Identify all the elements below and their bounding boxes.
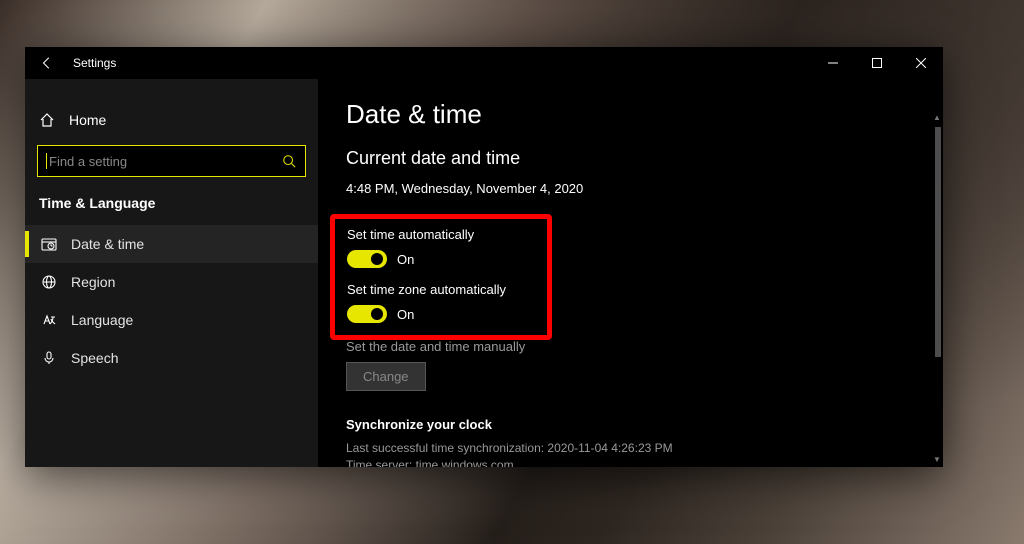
toggle-set-tz-auto[interactable]: [347, 305, 387, 323]
globe-icon: [41, 274, 57, 290]
sidebar-item-label: Region: [71, 274, 115, 290]
current-datetime: 4:48 PM, Wednesday, November 4, 2020: [346, 181, 943, 196]
section-heading: Current date and time: [346, 148, 943, 169]
sidebar-item-label: Date & time: [71, 236, 144, 252]
mic-icon: [41, 350, 57, 366]
toggle-state: On: [397, 252, 414, 267]
home-button[interactable]: Home: [25, 101, 318, 139]
home-icon: [39, 112, 55, 128]
window-title: Settings: [73, 56, 116, 70]
back-button[interactable]: [25, 47, 69, 79]
highlight-annotation: Set time automatically On Set time zone …: [330, 214, 552, 340]
search-input[interactable]: [49, 154, 281, 169]
minimize-button[interactable]: [811, 47, 855, 79]
close-button[interactable]: [899, 47, 943, 79]
sidebar: Home Time & Language Date & tim: [25, 79, 318, 467]
sidebar-item-language[interactable]: Language: [25, 301, 318, 339]
sync-heading: Synchronize your clock: [346, 417, 943, 432]
scrollbar-thumb[interactable]: [935, 127, 941, 357]
titlebar: Settings: [25, 47, 943, 79]
sidebar-item-label: Speech: [71, 350, 118, 366]
sidebar-item-label: Language: [71, 312, 133, 328]
section-label: Time & Language: [25, 191, 318, 225]
manual-set-label: Set the date and time manually: [346, 339, 943, 354]
change-button[interactable]: Change: [346, 362, 426, 391]
toggle-state: On: [397, 307, 414, 322]
maximize-button[interactable]: [855, 47, 899, 79]
search-icon: [281, 153, 297, 169]
scroll-down-button[interactable]: ▼: [931, 453, 943, 465]
main-panel: Date & time Current date and time 4:48 P…: [318, 79, 943, 467]
toggle-set-time-auto[interactable]: [347, 250, 387, 268]
sidebar-item-date-time[interactable]: Date & time: [25, 225, 318, 263]
language-icon: [41, 312, 57, 328]
toggle-label-set-tz-auto: Set time zone automatically: [347, 282, 535, 297]
clock-icon: [41, 236, 57, 252]
sidebar-item-region[interactable]: Region: [25, 263, 318, 301]
toggle-label-set-time-auto: Set time automatically: [347, 227, 535, 242]
settings-window: Settings Home: [25, 47, 943, 467]
home-label: Home: [69, 112, 106, 128]
search-input-container[interactable]: [37, 145, 306, 177]
page-title: Date & time: [346, 99, 943, 130]
text-cursor: [46, 153, 47, 169]
scroll-up-button[interactable]: ▲: [931, 111, 943, 123]
sidebar-item-speech[interactable]: Speech: [25, 339, 318, 377]
sync-server: Time server: time.windows.com: [346, 457, 943, 467]
sync-last: Last successful time synchronization: 20…: [346, 440, 943, 457]
